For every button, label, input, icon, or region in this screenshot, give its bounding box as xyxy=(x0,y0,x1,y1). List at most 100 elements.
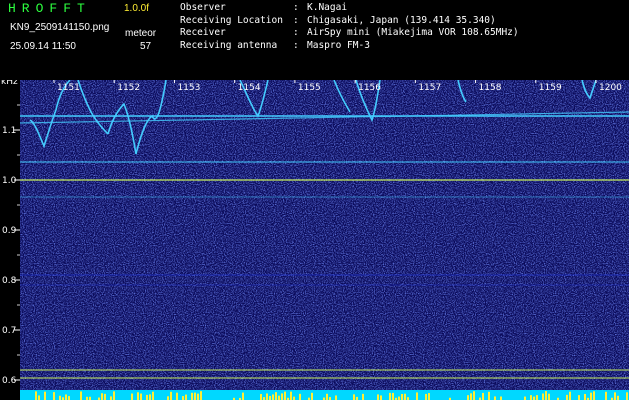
bottom-band-bar xyxy=(551,392,553,400)
time-label: 1200 xyxy=(599,83,622,93)
frequency-tick-label: 0.7 xyxy=(2,326,16,336)
bottom-band-bar xyxy=(545,391,547,400)
bottom-band-bar xyxy=(68,396,70,400)
bottom-band-bar xyxy=(182,396,184,400)
app-title: HROFFT xyxy=(8,1,91,16)
bottom-band-bar xyxy=(530,395,532,400)
header: HROFFT 1.0.0f KN9_2509141150.png meteor … xyxy=(0,0,629,80)
bottom-band-bar xyxy=(437,392,439,400)
bottom-band-bar xyxy=(260,394,262,400)
bottom-band-bar xyxy=(428,393,430,400)
info-row-location: Receiving Location: Chigasaki, Japan (139… xyxy=(180,15,519,28)
bottom-band-bar xyxy=(53,392,55,400)
info-row-receiver: Receiver: AirSpy mini (Miakejima VOR 108.… xyxy=(180,27,519,40)
bottom-band-bar xyxy=(431,393,433,400)
spectrum-noise xyxy=(20,80,629,400)
bottom-band-bar xyxy=(605,391,607,400)
bottom-band-bar xyxy=(464,395,466,400)
bottom-band-bar xyxy=(293,396,295,400)
info-key: Receiving Location xyxy=(180,14,283,26)
bottom-band-bar xyxy=(104,393,106,400)
bottom-band-bar xyxy=(542,393,544,400)
bottom-band-bar xyxy=(584,393,586,400)
info-key: Receiving antenna xyxy=(180,39,278,51)
bottom-band-bar xyxy=(509,393,511,400)
spectrogram-canvas: kHz 1.1 1.0 0.9 0.8 0.7 0.6 1151 1152 1153 1154 11… xyxy=(1,80,629,400)
bottom-band-bar xyxy=(416,392,418,400)
bottom-band-bar xyxy=(101,393,103,400)
bottom-band-bar xyxy=(140,393,142,400)
bottom-band-bar xyxy=(608,395,610,400)
bottom-band-bar xyxy=(152,391,154,400)
bottom-band-bar xyxy=(473,391,475,400)
bottom-band-bar xyxy=(284,391,286,400)
bottom-band-bar xyxy=(443,392,445,400)
bottom-band-bar xyxy=(440,394,442,400)
info-value: K.Nagai xyxy=(307,2,348,13)
bottom-band-bar xyxy=(425,393,427,400)
bottom-band-bar xyxy=(158,393,160,400)
bottom-band-bar xyxy=(377,394,379,400)
bottom-band-bar xyxy=(146,394,148,400)
bottom-band-bar xyxy=(134,391,136,400)
bottom-band-bar xyxy=(92,394,94,400)
bottom-band-bar xyxy=(110,396,112,400)
time-label: 1155 xyxy=(298,83,321,93)
bottom-band-bar xyxy=(458,394,460,400)
filename-label: KN9_2509141150.png xyxy=(10,22,110,33)
frequency-axis: kHz 1.1 1.0 0.9 0.8 0.7 0.6 xyxy=(1,80,20,386)
bottom-band-bar xyxy=(206,395,208,400)
bottom-band-bar xyxy=(272,394,274,400)
bottom-band-bar xyxy=(248,394,250,400)
info-key: Receiver xyxy=(180,27,226,38)
bottom-band-bar xyxy=(299,393,301,400)
info-separator: : xyxy=(293,39,299,51)
bottom-band-bar xyxy=(467,395,469,400)
bottom-band-bar xyxy=(179,393,181,400)
bottom-band-bar xyxy=(23,391,25,400)
info-value: Maspro FM-3 xyxy=(307,39,370,51)
bottom-band-bar xyxy=(278,395,280,400)
info-value: Chigasaki, Japan (139.414 35.340) xyxy=(307,14,496,26)
bottom-band-bar xyxy=(539,392,541,400)
bottom-band-bar xyxy=(476,391,478,400)
bottom-band-bar xyxy=(488,391,490,400)
bottom-band-bar xyxy=(371,392,373,400)
bottom-band-bar xyxy=(74,395,76,400)
bottom-band-bar xyxy=(359,395,361,400)
bottom-band-bar xyxy=(554,394,556,400)
bottom-band-bar xyxy=(209,395,211,400)
bottom-band-bar xyxy=(521,391,523,400)
bottom-band-bar xyxy=(164,395,166,400)
bottom-band-bar xyxy=(461,395,463,400)
bottom-band-bar xyxy=(626,392,628,400)
spectrogram: kHz 1.1 1.0 0.9 0.8 0.7 0.6 1151 1152 1153 1154 11… xyxy=(0,80,629,400)
bottom-band-bar xyxy=(221,396,223,400)
bottom-band-bar xyxy=(20,395,22,400)
bottom-band-bar xyxy=(149,394,151,400)
bottom-band-bar xyxy=(245,395,247,400)
frequency-tick-label: 0.6 xyxy=(2,376,17,386)
bottom-band-bar xyxy=(197,393,199,400)
bottom-band-bar xyxy=(290,391,292,400)
bottom-band-bar xyxy=(35,391,37,400)
bottom-band-bar xyxy=(311,392,313,400)
bottom-band-bar xyxy=(392,392,394,400)
bottom-band-bar xyxy=(497,394,499,400)
bottom-band-bar xyxy=(44,391,46,400)
bottom-band-bar xyxy=(275,392,277,400)
bottom-band-bar xyxy=(452,391,454,400)
bottom-band-bar xyxy=(80,391,82,400)
bottom-band-bar xyxy=(485,395,487,400)
meteor-label: meteor xyxy=(125,28,157,39)
time-label: 1152 xyxy=(117,83,140,93)
time-label: 1156 xyxy=(358,83,381,93)
bottom-band-bar xyxy=(251,392,253,400)
bottom-band-bar xyxy=(269,395,271,400)
bottom-band-bar xyxy=(128,391,130,400)
bottom-band-bar xyxy=(41,393,43,400)
bottom-band-bar xyxy=(398,396,400,400)
bottom-band-bar xyxy=(173,396,175,400)
bottom-band-bar xyxy=(38,395,40,400)
bottom-band-bar xyxy=(176,392,178,400)
